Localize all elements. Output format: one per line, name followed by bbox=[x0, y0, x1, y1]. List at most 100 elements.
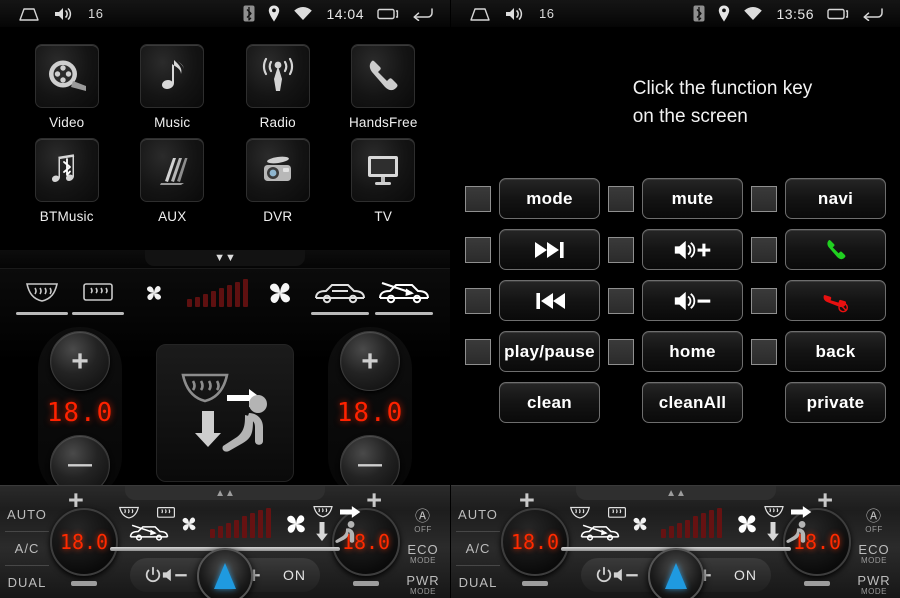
on-button[interactable]: ON bbox=[283, 567, 306, 583]
key-next-track[interactable] bbox=[499, 229, 600, 270]
key-mode[interactable]: mode bbox=[499, 178, 600, 219]
key-clean-all[interactable]: cleanAll bbox=[642, 382, 743, 423]
fan-large-icon bbox=[738, 515, 756, 533]
joystick-icon[interactable] bbox=[197, 548, 253, 598]
checkbox-next-track[interactable] bbox=[465, 236, 491, 263]
app-video[interactable]: Video bbox=[19, 44, 115, 130]
key-home[interactable]: home bbox=[642, 331, 743, 372]
key-volume-down[interactable] bbox=[642, 280, 743, 321]
key-private[interactable]: private bbox=[785, 382, 886, 423]
recents-icon[interactable] bbox=[827, 6, 849, 21]
recents-icon[interactable] bbox=[377, 6, 399, 21]
fan-speed-bars bbox=[661, 508, 722, 538]
key-navi[interactable]: navi bbox=[785, 178, 886, 219]
app-aux[interactable]: AUX bbox=[124, 138, 220, 224]
key-mute[interactable]: mute bbox=[642, 178, 743, 219]
key-volume-up[interactable] bbox=[642, 229, 743, 270]
eco-mode-button[interactable]: ECO MODE bbox=[396, 538, 450, 569]
checkbox-call-answer[interactable] bbox=[751, 236, 777, 263]
auto-button[interactable]: AUTO bbox=[451, 503, 505, 526]
key-call-end[interactable] bbox=[785, 280, 886, 321]
ac-button[interactable]: A/C bbox=[0, 537, 54, 560]
key-previous-track[interactable] bbox=[499, 280, 600, 321]
vent-mode-display[interactable] bbox=[156, 344, 294, 482]
indicator-underline bbox=[311, 311, 370, 315]
wifi-icon bbox=[743, 6, 763, 21]
joystick-icon[interactable] bbox=[648, 548, 704, 598]
hw-fan-group bbox=[178, 508, 311, 539]
checkbox-mute[interactable] bbox=[608, 185, 634, 212]
auto-stop-sub: OFF bbox=[865, 525, 883, 534]
volume-minus-icon[interactable] bbox=[613, 567, 643, 583]
rear-defrost-icon[interactable] bbox=[70, 280, 126, 315]
app-music[interactable]: Music bbox=[124, 44, 220, 130]
fan-bar bbox=[234, 520, 239, 538]
hint-line-1: Click the function key bbox=[632, 78, 813, 100]
volume-minus-icon[interactable] bbox=[162, 567, 192, 583]
checkbox-volume-down[interactable] bbox=[608, 287, 634, 314]
on-button[interactable]: ON bbox=[734, 567, 757, 583]
key-clean[interactable]: clean bbox=[499, 382, 600, 423]
app-label: BTMusic bbox=[39, 209, 94, 224]
fan-large-icon[interactable] bbox=[252, 276, 308, 319]
arrow-right-icon bbox=[340, 506, 361, 518]
checkbox-mode[interactable] bbox=[465, 185, 491, 212]
fan-bar bbox=[669, 526, 674, 538]
pwr-mode-button[interactable]: PWR MODE bbox=[396, 569, 450, 598]
checkbox-previous-track[interactable] bbox=[465, 287, 491, 314]
back-arrow-icon[interactable] bbox=[412, 7, 434, 21]
fresh-air-icon[interactable] bbox=[372, 280, 436, 315]
key-back[interactable]: back bbox=[785, 331, 886, 372]
volume-icon[interactable] bbox=[505, 6, 525, 22]
checkbox-back[interactable] bbox=[751, 338, 777, 365]
power-icon[interactable] bbox=[144, 566, 162, 584]
fan-small-icon bbox=[633, 517, 647, 531]
fan-small-icon[interactable] bbox=[126, 281, 182, 314]
hardware-notch[interactable]: ▲▲ bbox=[125, 486, 325, 500]
auto-button[interactable]: AUTO bbox=[0, 503, 54, 526]
previous-track-icon bbox=[535, 292, 565, 309]
driver-temp-dial[interactable]: 18.0 bbox=[501, 508, 569, 576]
pull-tab-handle[interactable]: ▼▼ bbox=[145, 250, 305, 266]
checkbox-volume-up[interactable] bbox=[608, 236, 634, 263]
app-radio[interactable]: Radio bbox=[230, 44, 326, 130]
passenger-temp-up-button[interactable]: + bbox=[340, 331, 400, 391]
fan-large-icon bbox=[287, 515, 305, 533]
checkbox-call-end[interactable] bbox=[751, 287, 777, 314]
home-icon[interactable] bbox=[469, 7, 491, 21]
driver-temp-up-button[interactable]: + bbox=[50, 331, 110, 391]
app-btmusic[interactable]: BTMusic bbox=[19, 138, 115, 224]
home-icon[interactable] bbox=[18, 7, 40, 21]
key-cell bbox=[608, 229, 743, 270]
auto-stop-off-button[interactable]: Ⓐ OFF bbox=[396, 501, 450, 538]
fan-speed-bars-icon[interactable] bbox=[182, 278, 252, 316]
back-arrow-icon[interactable] bbox=[862, 7, 884, 21]
auto-stop-off-button[interactable]: Ⓐ OFF bbox=[847, 501, 900, 538]
checkbox-navi[interactable] bbox=[751, 185, 777, 212]
app-dvr[interactable]: DVR bbox=[230, 138, 326, 224]
key-call-answer[interactable] bbox=[785, 229, 886, 270]
app-handsfree[interactable]: HandsFree bbox=[335, 44, 431, 130]
fan-bar bbox=[234, 281, 240, 307]
power-icon[interactable] bbox=[595, 566, 613, 584]
pwr-mode-button[interactable]: PWR MODE bbox=[847, 569, 900, 598]
driver-temp-down-hw[interactable] bbox=[522, 581, 548, 586]
dual-button[interactable]: DUAL bbox=[451, 571, 505, 594]
climate-pull-tab[interactable]: ▼▼ bbox=[0, 250, 450, 268]
dual-button[interactable]: DUAL bbox=[0, 571, 54, 594]
hardware-notch[interactable]: ▲▲ bbox=[576, 486, 776, 500]
hardware-right-keys: Ⓐ OFF ECO MODE PWR MODE bbox=[396, 498, 450, 598]
front-defrost-icon[interactable] bbox=[14, 280, 70, 315]
recirculate-air-icon[interactable] bbox=[308, 280, 372, 315]
eco-mode-button[interactable]: ECO MODE bbox=[847, 538, 900, 569]
checkbox-home[interactable] bbox=[608, 338, 634, 365]
ac-button[interactable]: A/C bbox=[451, 537, 505, 560]
passenger-temp-down-hw[interactable] bbox=[804, 581, 830, 586]
driver-temp-dial[interactable]: 18.0 bbox=[50, 508, 118, 576]
app-tv[interactable]: TV bbox=[335, 138, 431, 224]
passenger-temp-down-hw[interactable] bbox=[353, 581, 379, 586]
volume-icon[interactable] bbox=[54, 6, 74, 22]
checkbox-play-pause[interactable] bbox=[465, 338, 491, 365]
driver-temp-down-hw[interactable] bbox=[71, 581, 97, 586]
key-play-pause[interactable]: play/pause bbox=[499, 331, 600, 372]
